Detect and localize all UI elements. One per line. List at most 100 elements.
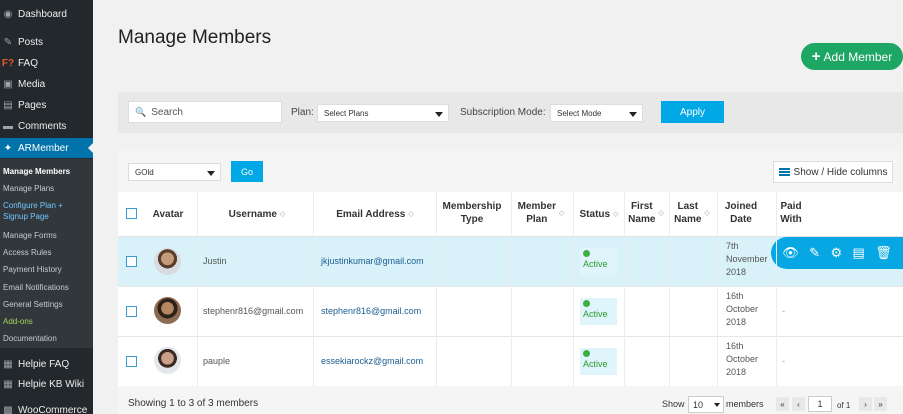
bulk-action-select[interactable]: GOld [128,163,221,181]
manage-plan-icon[interactable]: ⚙ [830,245,842,261]
column-divider [197,192,198,386]
sidebar-item-armember[interactable]: ✦ ARMember [0,138,93,158]
sidebar-item-media[interactable]: ▣ Media [0,74,93,94]
status-badge: Active [580,248,617,275]
page-size-value: 10 [693,399,704,410]
subscription-mode-select[interactable]: Select Mode [550,104,643,122]
subscription-mode-label: Subscription Mode: [460,107,546,118]
columns-icon [778,168,790,176]
plan-label: Plan: [291,107,314,118]
sidebar-item-label: Comments [18,120,67,132]
current-page-input[interactable]: 1 [808,396,832,412]
delete-icon[interactable]: 🗑 [875,245,892,261]
comments-icon: ▬ [3,120,13,132]
last-page-button[interactable]: » [874,397,887,411]
submenu-payment-history[interactable]: Payment History [3,265,62,275]
show-label: Show [662,399,685,409]
email-cell[interactable]: jkjustinkumar@gmail.com [321,256,424,266]
submenu-add-ons[interactable]: Add-ons [3,317,33,327]
status-dot [583,300,590,307]
submenu-email-notifications[interactable]: Email Notifications [3,283,69,293]
header-last-name[interactable]: Last Name ◇ [670,200,714,226]
joined-date-cell: 7th November 2018 [726,241,768,277]
row-checkbox[interactable] [126,256,137,267]
row-checkbox[interactable] [126,306,137,317]
sort-icon: ◇ [558,209,565,217]
header-member-plan[interactable]: Member Plan ◇ [512,200,570,226]
header-membership-type: Membership Type [442,201,502,225]
sort-icon: ◇ [658,209,664,217]
view-icon[interactable]: 👁 [782,245,799,261]
search-placeholder: Search [151,106,183,118]
show-hide-columns-button[interactable]: Show / Hide columns [773,161,893,183]
chevron-down-icon [207,171,215,176]
column-divider [573,192,574,386]
add-member-button[interactable]: + Add Member [801,43,903,70]
go-button[interactable]: Go [231,161,263,182]
sidebar-item-posts[interactable]: ✎ Posts [0,32,93,52]
sidebar-item-faq[interactable]: F? FAQ [0,53,93,73]
sidebar-item-label: Pages [18,99,47,111]
sidebar-item-pages[interactable]: ▤ Pages [0,95,93,115]
faq-icon: F? [1,57,15,69]
sidebar-item-helpie-faq[interactable]: ▦ Helpie FAQ [0,354,93,374]
column-divider [717,192,718,386]
sort-icon: ◇ [613,211,619,218]
column-divider [776,192,777,386]
header-username[interactable]: Username ◇ [200,208,314,221]
chevron-down-icon [714,403,720,407]
email-cell[interactable]: stephenr816@gmail.com [321,306,421,316]
email-cell[interactable]: essekiarockz@gmail.com [321,356,423,366]
sidebar-item-label: WooCommerce [18,404,88,414]
select-all-checkbox[interactable] [126,208,137,219]
sidebar-item-label: Helpie KB Wiki [18,378,85,390]
sidebar-item-comments[interactable]: ▬ Comments [0,116,93,136]
paid-with-cell: - [782,306,785,316]
sidebar-item-helpie-kb[interactable]: ▦ Helpie KB Wiki [0,374,93,394]
status-dot [583,350,590,357]
transactions-icon[interactable]: ▤ [853,245,865,261]
prev-page-button[interactable]: ‹ [792,397,805,411]
submenu-manage-forms[interactable]: Manage Forms [3,231,57,241]
sidebar-item-label: FAQ [18,57,39,69]
submenu-general-settings[interactable]: General Settings [3,300,63,310]
submenu-configure-plan[interactable]: Configure Plan + [3,201,63,211]
chevron-down-icon [629,112,637,117]
submenu-documentation[interactable]: Documentation [3,334,57,344]
row-checkbox[interactable] [126,356,137,367]
armember-submenu: Manage Members Manage Plans Configure Pl… [0,159,93,348]
page-size-select[interactable]: 10 [688,396,724,413]
edit-icon[interactable]: ✎ [809,245,820,261]
sidebar-item-label: Posts [18,36,44,48]
apply-button[interactable]: Apply [661,101,724,123]
woocommerce-icon: ▩ [3,404,13,414]
header-email[interactable]: Email Address ◇ [316,208,434,221]
username-cell: Justin [203,256,227,266]
status-badge: Active [580,298,617,325]
column-divider [436,192,437,386]
page-title: Manage Members [118,27,272,48]
status-badge: Active [580,348,617,375]
paid-with-cell: - [782,356,785,366]
sort-icon: ◇ [408,211,414,218]
username-cell: pauple [203,356,231,366]
bulk-action-value: GOld [135,167,154,177]
sidebar-item-woocommerce[interactable]: ▩ WooCommerce [0,400,93,414]
media-icon: ▣ [3,78,13,90]
next-page-button[interactable]: › [859,397,872,411]
submenu-access-rules[interactable]: Access Rules [3,248,51,258]
header-first-name[interactable]: First Name ◇ [624,200,668,226]
first-page-button[interactable]: « [776,397,789,411]
submenu-manage-plans[interactable]: Manage Plans [3,184,54,194]
username-cell: stephenr816@gmail.com [203,306,304,316]
header-status[interactable]: Status ◇ [574,208,624,221]
plan-select[interactable]: Select Plans [317,104,449,122]
plus-icon: + [811,48,821,65]
sidebar-item-label: Dashboard [18,8,67,20]
column-divider [669,192,670,386]
admin-sidebar: ◉ Dashboard ✎ Posts F? FAQ ▣ Media ▤ Pages ▬ C… [0,0,93,414]
submenu-manage-members[interactable]: Manage Members [3,167,70,177]
sidebar-item-dashboard[interactable]: ◉ Dashboard [0,4,93,24]
search-input[interactable]: 🔍 Search [128,101,282,123]
submenu-signup-page[interactable]: Signup Page [3,212,49,222]
